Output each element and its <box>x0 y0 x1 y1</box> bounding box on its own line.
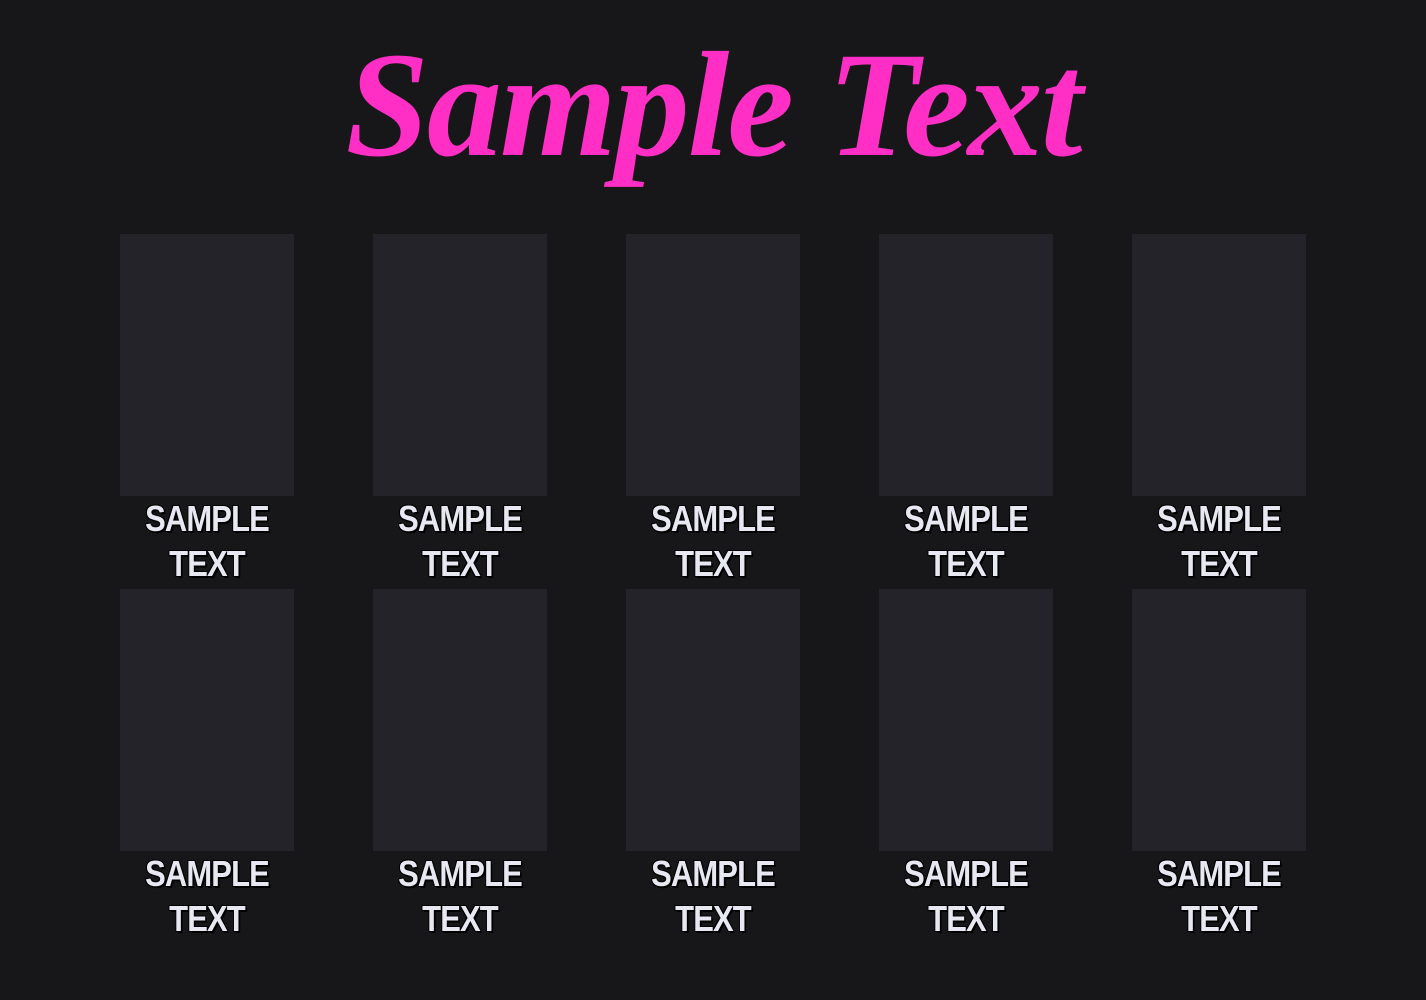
image-placeholder <box>120 234 294 496</box>
card-label-line-1: SAMPLE <box>904 853 1029 894</box>
card-label-line-2: TEXT <box>422 543 499 584</box>
card-label-line-1: SAMPLE <box>651 498 776 539</box>
card-label: SAMPLE TEXT <box>874 851 1058 941</box>
card-label-line-2: TEXT <box>169 543 246 584</box>
card-label-line-1: SAMPLE <box>1157 853 1282 894</box>
card: SAMPLE TEXT <box>120 589 294 944</box>
card-label-line-1: SAMPLE <box>904 498 1029 539</box>
card: SAMPLE TEXT <box>879 589 1053 944</box>
card-label-line-2: TEXT <box>928 898 1005 939</box>
card-label-line-1: SAMPLE <box>145 498 270 539</box>
card-label: SAMPLE TEXT <box>621 496 805 586</box>
image-placeholder <box>879 234 1053 496</box>
image-placeholder <box>1132 234 1306 496</box>
card-label-line-1: SAMPLE <box>398 498 523 539</box>
image-placeholder <box>879 589 1053 851</box>
card-label-line-2: TEXT <box>422 898 499 939</box>
card-label: SAMPLE TEXT <box>115 851 299 941</box>
image-placeholder <box>1132 589 1306 851</box>
image-placeholder <box>120 589 294 851</box>
card: SAMPLE TEXT <box>373 234 547 589</box>
card-label-line-2: TEXT <box>675 543 752 584</box>
card: SAMPLE TEXT <box>1132 589 1306 944</box>
card-label: SAMPLE TEXT <box>1127 496 1311 586</box>
card-label-line-2: TEXT <box>169 898 246 939</box>
card-label-line-2: TEXT <box>1181 543 1258 584</box>
page-title: Sample Text <box>345 22 1083 188</box>
card: SAMPLE TEXT <box>120 234 294 589</box>
card-label: SAMPLE TEXT <box>368 851 552 941</box>
card-label: SAMPLE TEXT <box>368 496 552 586</box>
card-label-line-1: SAMPLE <box>1157 498 1282 539</box>
card-label-line-1: SAMPLE <box>398 853 523 894</box>
card-label-line-2: TEXT <box>928 543 1005 584</box>
image-placeholder <box>626 589 800 851</box>
card-label-line-2: TEXT <box>675 898 752 939</box>
card: SAMPLE TEXT <box>626 589 800 944</box>
card-label-line-1: SAMPLE <box>145 853 270 894</box>
card-label: SAMPLE TEXT <box>115 496 299 586</box>
image-placeholder <box>373 589 547 851</box>
image-placeholder <box>626 234 800 496</box>
card: SAMPLE TEXT <box>879 234 1053 589</box>
image-placeholder <box>373 234 547 496</box>
card-label-line-2: TEXT <box>1181 898 1258 939</box>
card-grid: SAMPLE TEXT SAMPLE TEXT SAMPLE TEXT SAMP… <box>120 234 1306 944</box>
card: SAMPLE TEXT <box>373 589 547 944</box>
card-label: SAMPLE TEXT <box>874 496 1058 586</box>
card: SAMPLE TEXT <box>1132 234 1306 589</box>
card-label: SAMPLE TEXT <box>1127 851 1311 941</box>
card-label-line-1: SAMPLE <box>651 853 776 894</box>
card: SAMPLE TEXT <box>626 234 800 589</box>
card-label: SAMPLE TEXT <box>621 851 805 941</box>
